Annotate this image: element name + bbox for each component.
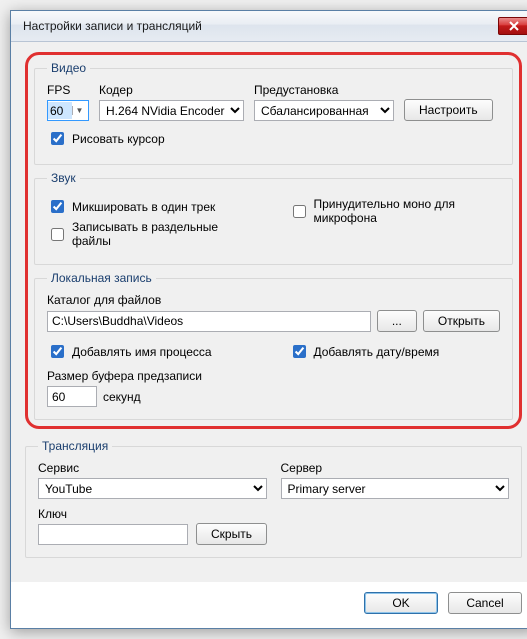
close-icon <box>509 21 519 31</box>
buffer-unit: секунд <box>103 390 141 404</box>
service-label: Сервис <box>38 461 267 475</box>
fps-input[interactable] <box>48 102 72 119</box>
split-files-label: Записывать в раздельные файлы <box>72 220 259 248</box>
folder-label: Каталог для файлов <box>47 293 500 307</box>
preset-label: Предустановка <box>254 83 394 97</box>
coder-label: Кодер <box>99 83 244 97</box>
sound-legend: Звук <box>47 171 80 185</box>
open-folder-button[interactable]: Открыть <box>423 310 500 332</box>
server-label: Сервер <box>281 461 510 475</box>
fps-label: FPS <box>47 83 89 97</box>
preset-select[interactable]: Сбалансированная <box>254 100 394 121</box>
mix-one-checkbox[interactable] <box>51 200 64 213</box>
buffer-label: Размер буфера предзаписи <box>47 369 500 383</box>
ok-button[interactable]: OK <box>364 592 438 614</box>
add-proc-name-label: Добавлять имя процесса <box>72 345 212 359</box>
folder-input[interactable] <box>47 311 371 332</box>
stream-legend: Трансляция <box>38 439 112 453</box>
buffer-input[interactable] <box>47 386 97 407</box>
close-button[interactable] <box>498 17 527 35</box>
force-mono-checkbox[interactable] <box>293 205 306 218</box>
fps-combobox[interactable]: ▼ <box>47 100 89 121</box>
cancel-button[interactable]: Cancel <box>448 592 522 614</box>
local-legend: Локальная запись <box>47 271 156 285</box>
chevron-down-icon[interactable]: ▼ <box>72 106 86 115</box>
stream-group: Трансляция Сервис YouTube Сервер Primary… <box>25 439 522 558</box>
hide-key-button[interactable]: Скрыть <box>196 523 267 545</box>
add-datetime-label: Добавлять дату/время <box>314 345 440 359</box>
titlebar: Настройки записи и трансляций <box>11 11 527 42</box>
force-mono-label: Принудительно моно для микрофона <box>314 197 501 225</box>
browse-button[interactable]: ... <box>377 310 417 332</box>
highlighted-region: Видео FPS ▼ Кодер H.264 NVidia Encoder <box>25 52 522 429</box>
settings-window: Настройки записи и трансляций Видео FPS … <box>10 10 527 629</box>
key-label: Ключ <box>38 507 188 521</box>
window-title: Настройки записи и трансляций <box>23 19 202 33</box>
service-select[interactable]: YouTube <box>38 478 267 499</box>
local-record-group: Локальная запись Каталог для файлов ... … <box>34 271 513 420</box>
server-select[interactable]: Primary server <box>281 478 510 499</box>
key-input[interactable] <box>38 524 188 545</box>
coder-select[interactable]: H.264 NVidia Encoder <box>99 100 244 121</box>
content-area: Видео FPS ▼ Кодер H.264 NVidia Encoder <box>11 42 527 582</box>
draw-cursor-label: Рисовать курсор <box>72 132 165 146</box>
configure-button[interactable]: Настроить <box>404 99 493 121</box>
video-legend: Видео <box>47 61 90 75</box>
add-proc-name-checkbox[interactable] <box>51 345 64 358</box>
video-group: Видео FPS ▼ Кодер H.264 NVidia Encoder <box>34 61 513 165</box>
mix-one-label: Микшировать в один трек <box>72 200 215 214</box>
sound-group: Звук Микшировать в один трек Записывать … <box>34 171 513 265</box>
split-files-checkbox[interactable] <box>51 228 64 241</box>
add-datetime-checkbox[interactable] <box>293 345 306 358</box>
dialog-footer: OK Cancel <box>11 582 527 628</box>
draw-cursor-checkbox[interactable] <box>51 132 64 145</box>
